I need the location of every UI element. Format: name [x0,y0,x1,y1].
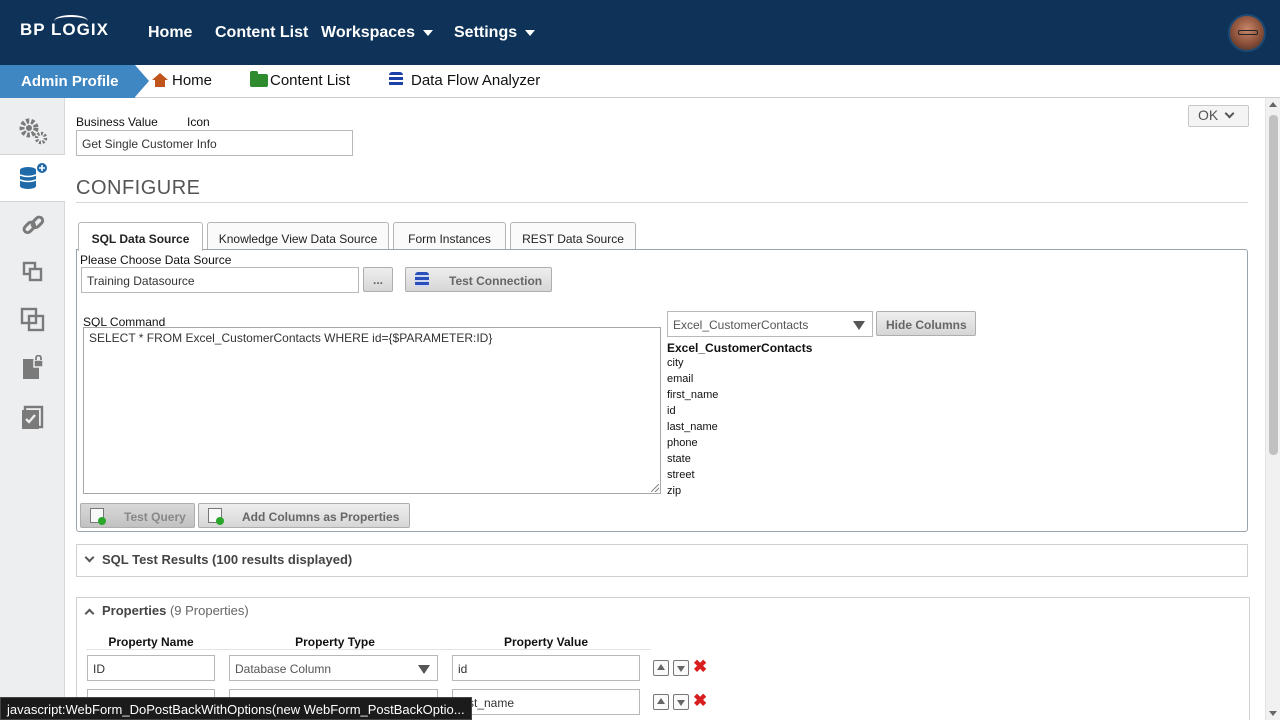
test-connection-button[interactable]: Test Connection [405,267,552,292]
breadcrumb-content-list[interactable]: Content List [250,71,350,89]
sidebar-item-windows[interactable] [0,248,65,296]
column-item: last_name [667,421,718,433]
column-item: first_name [667,389,719,401]
column-item: email [667,373,694,385]
sidebar-item-data-source[interactable] [0,154,65,202]
divider [76,202,1248,203]
dropdown-arrow-icon [418,665,430,674]
sidebar-item-settings[interactable] [0,107,65,155]
column-header-property-value: Property Value [503,635,589,649]
properties-title: Properties (9 Properties) [102,603,249,618]
lock-document-icon [22,355,44,379]
gears-icon [19,118,47,145]
property-name-input[interactable]: ID [87,655,215,681]
breadcrumb-data-flow-analyzer[interactable]: Data Flow Analyzer [389,72,540,89]
nav-content-list[interactable]: Content List [215,24,308,42]
ok-button[interactable]: OK [1188,105,1249,127]
folder-icon [250,71,268,87]
move-up-icon[interactable] [653,694,669,710]
property-value-input[interactable]: first_name [452,689,640,715]
database-add-icon [19,163,47,189]
sidebar-item-links[interactable] [0,202,65,250]
tab-sql-data-source[interactable]: SQL Data Source [78,222,203,251]
property-type-select[interactable]: Database Column [229,655,438,681]
sidebar-item-security[interactable] [0,344,65,392]
chevron-up-icon[interactable] [84,608,95,619]
scroll-down-icon[interactable] [1269,711,1277,716]
database-icon [415,272,429,287]
chevron-down-icon [525,29,536,36]
move-down-icon[interactable] [673,694,689,710]
table-select[interactable]: Excel_CustomerContacts [667,311,873,337]
data-source-input[interactable]: Training Datasource [81,267,359,293]
column-item: city [667,357,684,369]
property-value-input[interactable]: id [452,655,640,681]
left-sidebar [0,98,65,720]
tab-knowledge-view-data-source[interactable]: Knowledge View Data Source [207,222,389,250]
sidebar-item-copy[interactable] [0,296,65,344]
hide-columns-button[interactable]: Hide Columns [876,311,976,336]
add-columns-as-properties-button[interactable]: Add Columns as Properties [198,503,410,528]
sql-test-results-section[interactable]: SQL Test Results (100 results displayed) [76,544,1248,577]
breadcrumb-home[interactable]: Home [152,72,212,89]
browse-data-source-button[interactable]: ... [363,267,393,292]
database-icon [389,72,403,87]
move-down-icon[interactable] [673,660,689,676]
nav-settings[interactable]: Settings [454,24,536,42]
home-icon [152,73,168,87]
sidebar-item-approvals[interactable] [0,393,65,441]
icon-label: Icon [187,115,210,129]
page-title: CONFIGURE [76,177,201,199]
move-up-icon[interactable] [653,660,669,676]
delete-icon[interactable]: ✖ [693,692,709,709]
column-header-property-name: Property Name [108,635,194,649]
breadcrumb: Admin Profile Home Content List Data Flo… [0,65,1280,98]
dropdown-arrow-icon [853,321,865,330]
choose-data-source-label: Please Choose Data Source [80,253,232,267]
chevron-down-icon [84,552,95,563]
sql-command-textarea[interactable]: SELECT * FROM Excel_CustomerContacts WHE… [83,327,661,494]
column-item: state [667,453,691,465]
table-name-heading: Excel_CustomerContacts [667,341,813,355]
test-query-button[interactable]: Test Query [80,503,195,528]
breadcrumb-admin-profile[interactable]: Admin Profile [0,65,149,98]
business-value-label: Business Value [76,115,158,129]
user-avatar[interactable] [1228,14,1266,52]
main-content: Business Value Icon Get Single Customer … [65,98,1265,720]
add-columns-icon [208,508,224,525]
business-value-input[interactable]: Get Single Customer Info [76,130,353,156]
nav-workspaces[interactable]: Workspaces [321,24,433,42]
column-header-property-type: Property Type [295,635,375,649]
tab-form-instances[interactable]: Form Instances [393,222,506,250]
status-bar-link-preview: javascript:WebForm_DoPostBackWithOptions… [0,697,472,720]
link-icon [22,215,44,235]
sql-test-results-title: SQL Test Results (100 results displayed) [102,552,353,567]
windows-icon [22,261,42,282]
column-item: id [667,405,676,417]
checklist-icon [21,405,43,429]
chevron-down-icon [422,29,433,36]
copy-icon [20,307,44,332]
nav-home[interactable]: Home [148,24,192,42]
column-item: phone [667,437,698,449]
divider [86,649,651,650]
delete-icon[interactable]: ✖ [693,658,709,675]
vertical-scrollbar[interactable] [1265,98,1280,720]
test-query-icon [90,508,106,525]
scroll-up-icon[interactable] [1269,102,1277,107]
tab-rest-data-source[interactable]: REST Data Source [510,222,636,250]
bp-logix-logo[interactable]: BP LOGIX [20,15,109,40]
chevron-down-icon [1224,108,1235,119]
column-item: street [667,469,695,481]
resize-handle[interactable] [651,484,659,492]
column-item: zip [667,485,682,497]
scrollbar-thumb[interactable] [1269,115,1278,455]
top-nav: BP LOGIX Home Content List Workspaces Se… [0,0,1280,65]
